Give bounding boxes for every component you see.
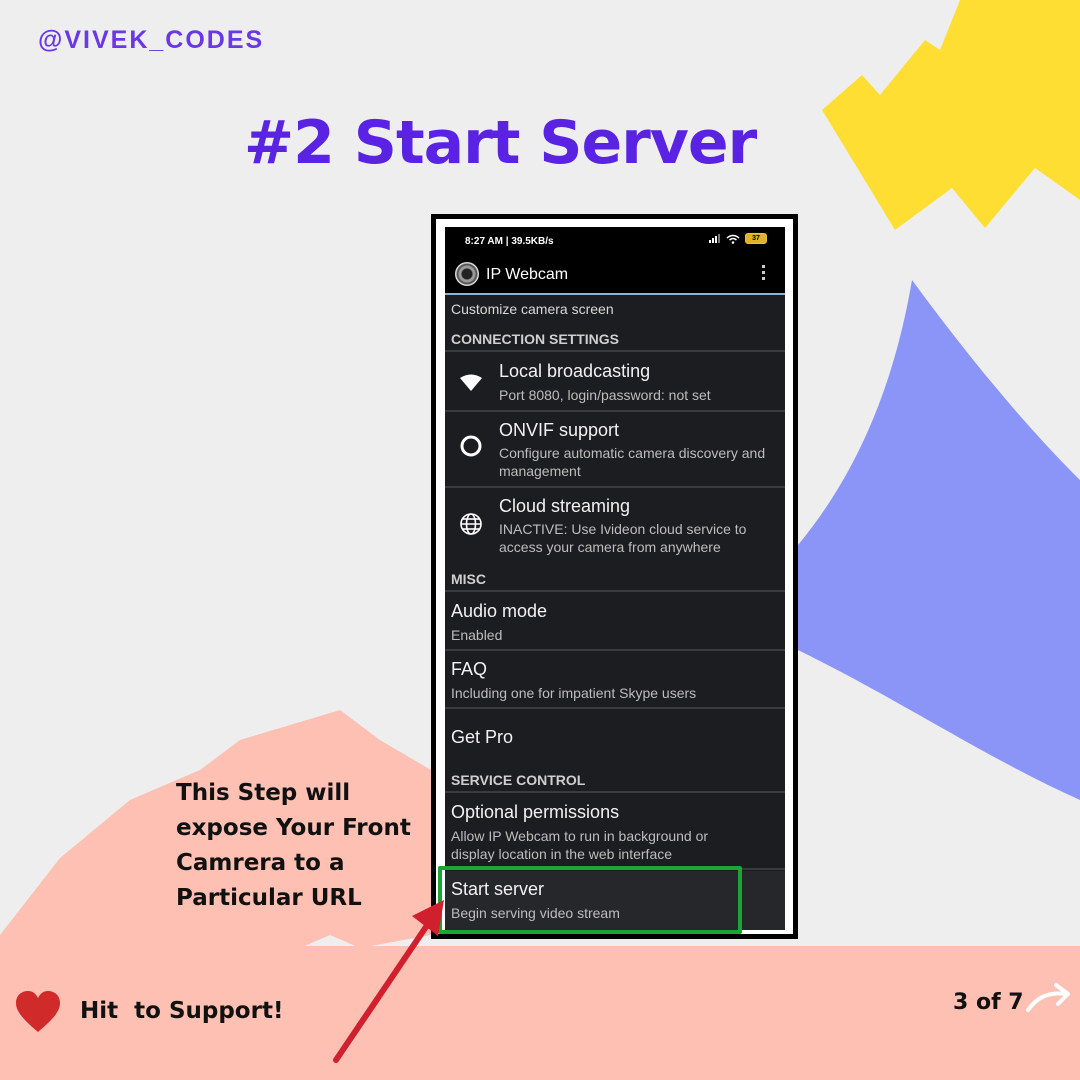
battery-icon: 37 (745, 233, 767, 244)
list-item-onvif-support[interactable]: ONVIF support Configure automatic camera… (445, 413, 785, 487)
divider (445, 649, 785, 651)
signal-icon (709, 234, 720, 243)
app-bar-underline (445, 293, 785, 295)
divider (445, 707, 785, 709)
step-caption: This Step will expose Your Front Camrera… (176, 780, 411, 911)
list-item-audio-mode[interactable]: Audio mode Enabled (445, 593, 785, 649)
list-item-title: FAQ (451, 659, 488, 679)
list-item-title: Get Pro (451, 727, 514, 747)
list-item-label: Customize camera screen (451, 301, 614, 317)
wifi-status-icon (726, 234, 740, 244)
start-server-highlight (438, 866, 742, 934)
section-service-control: SERVICE CONTROL (451, 772, 586, 788)
page-title: #2 Start Server (243, 108, 757, 178)
support-text: Hit to Support! (80, 998, 284, 1024)
phone-screen: 8:27 AM | 39.5KB/s 37 IP Webcam Customiz… (445, 227, 785, 930)
list-item-title: Cloud streaming (499, 496, 631, 516)
divider (445, 590, 785, 592)
list-item-subtitle: Allow IP Webcam to run in background or … (451, 828, 709, 862)
page-counter: 3 of 7 (953, 990, 1024, 1015)
list-item-customize[interactable]: Customize camera screen (445, 297, 785, 325)
list-item-local-broadcasting[interactable]: Local broadcasting Port 8080, login/pass… (445, 353, 785, 409)
list-item-get-pro[interactable]: Get Pro (445, 710, 785, 766)
list-item-subtitle: Including one for impatient Skype users (451, 685, 697, 701)
list-item-subtitle: Enabled (451, 627, 503, 643)
list-item-subtitle: INACTIVE: Use Ivideon cloud service to a… (499, 521, 747, 555)
divider (445, 410, 785, 412)
list-item-cloud-streaming[interactable]: Cloud streaming INACTIVE: Use Ivideon cl… (445, 489, 785, 563)
globe-icon (460, 513, 482, 535)
list-item-title: Audio mode (451, 601, 548, 621)
status-icons: 37 (709, 233, 767, 244)
list-item-subtitle: Port 8080, login/password: not set (499, 387, 711, 403)
author-handle: @VIVEK_CODES (38, 26, 265, 54)
divider (445, 791, 785, 793)
status-bar: 8:27 AM | 39.5KB/s 37 (445, 227, 785, 255)
section-connection-settings: CONNECTION SETTINGS (451, 331, 620, 347)
list-item-title: ONVIF support (499, 420, 620, 440)
app-logo-icon (455, 262, 479, 286)
list-item-title: Local broadcasting (499, 361, 651, 381)
blue-shape (798, 280, 1080, 800)
overflow-menu-icon[interactable] (757, 265, 769, 285)
list-item-optional-permissions[interactable]: Optional permissions Allow IP Webcam to … (445, 794, 785, 868)
status-time: 8:27 AM | 39.5KB/s (465, 236, 554, 247)
list-item-faq[interactable]: FAQ Including one for impatient Skype us… (445, 652, 785, 708)
divider (445, 350, 785, 352)
list-item-subtitle: Configure automatic camera discovery and… (499, 445, 766, 479)
wifi-icon (460, 374, 482, 391)
divider (445, 486, 785, 488)
section-misc: MISC (451, 571, 486, 587)
ring-icon (460, 435, 482, 457)
app-title: IP Webcam (486, 266, 569, 283)
list-item-title: Optional permissions (451, 802, 620, 822)
